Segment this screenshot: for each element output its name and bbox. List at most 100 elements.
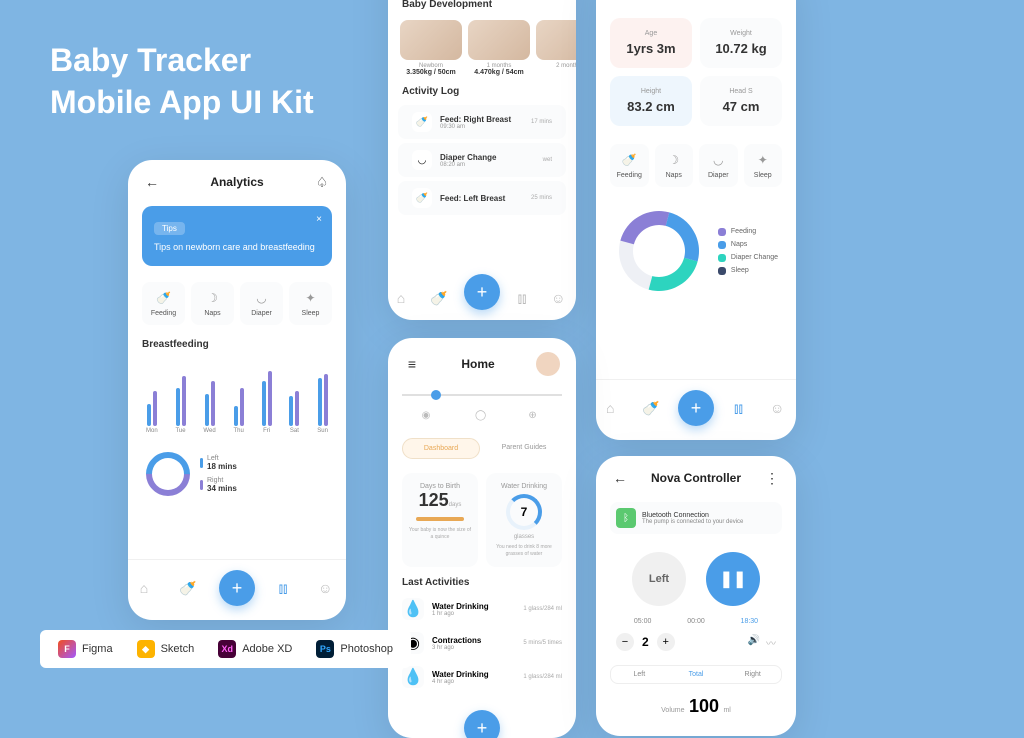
cat-sleep[interactable]: ✦Sleep bbox=[744, 144, 783, 187]
nav-chart-icon[interactable]: ⫾⫾ bbox=[518, 290, 534, 306]
card-water: Water Drinking 7 glasses You need to dri… bbox=[486, 473, 562, 567]
stage-icon: ⊕ bbox=[528, 410, 542, 424]
xd-icon: Xd bbox=[218, 640, 236, 658]
baby-photo bbox=[536, 20, 576, 60]
nav-profile-icon[interactable]: ☺ bbox=[318, 580, 334, 596]
stage-icon: ◉ bbox=[422, 410, 436, 424]
bluetooth-icon: ᛒ bbox=[616, 508, 636, 528]
moon-icon: ☽ bbox=[205, 290, 221, 306]
dev-card[interactable]: 2 month bbox=[536, 20, 576, 76]
dev-card[interactable]: 1 months4.470kg / 54cm bbox=[468, 20, 530, 76]
activity-item[interactable]: 🍼Feed: Right Breast09:30 am17 mins bbox=[398, 105, 566, 139]
nav-bottle-icon[interactable]: 🍼 bbox=[642, 400, 658, 416]
last-activity[interactable]: 💧Water Drinking4 hr ago1 glass/284 ml bbox=[388, 660, 576, 694]
nav-bottle-icon[interactable]: 🍼 bbox=[430, 290, 446, 306]
bell-icon[interactable]: ♤ bbox=[314, 174, 330, 190]
bluetooth-banner: ᛒ Bluetooth ConnectionThe pump is connec… bbox=[610, 502, 782, 534]
stage-icon: ◯ bbox=[475, 410, 489, 424]
header-title: Analytics bbox=[210, 175, 263, 189]
bottle-icon: 🍼 bbox=[621, 152, 637, 168]
last-activity[interactable]: ◉Contractions3 hr ago5 mins/5 times bbox=[388, 626, 576, 660]
bar-chart: Mon Tue Wed Thu Fri Sat Sun bbox=[128, 354, 346, 444]
dev-card[interactable]: Newborn3.350kg / 50cm bbox=[400, 20, 462, 76]
left-button[interactable]: Left bbox=[632, 552, 686, 606]
phone-analytics: ← Analytics ♤ Tips × Tips on newborn car… bbox=[128, 160, 346, 620]
pause-button[interactable]: ❚❚ bbox=[706, 552, 760, 606]
plus-button[interactable]: + bbox=[657, 633, 675, 651]
activity-item[interactable]: 🍼Feed: Left Breast25 mins bbox=[398, 181, 566, 215]
sound-icon[interactable]: 🔊 bbox=[748, 635, 760, 650]
fab-add[interactable]: + bbox=[678, 390, 714, 426]
progress-slider[interactable] bbox=[402, 394, 562, 396]
fab-add[interactable]: + bbox=[219, 570, 255, 606]
cat-feeding[interactable]: 🍼Feeding bbox=[142, 282, 185, 325]
sleep-icon: ✦ bbox=[755, 152, 771, 168]
tools-bar: FFigma ◆Sketch XdAdobe XD PsPhotoshop bbox=[40, 630, 411, 668]
phone-home: ≡ Home ◉◯⊕ Dashboard Parent Guides Days … bbox=[388, 338, 576, 738]
last-title: Last Activities bbox=[388, 573, 576, 592]
menu-icon[interactable]: ≡ bbox=[404, 356, 420, 372]
header-title: Home bbox=[461, 357, 494, 371]
vibrate-icon[interactable]: 〰 bbox=[766, 635, 776, 650]
cat-feeding[interactable]: 🍼Feeding bbox=[610, 144, 649, 187]
avatar[interactable] bbox=[536, 352, 560, 376]
cat-diaper[interactable]: ◡Diaper bbox=[699, 144, 738, 187]
back-icon[interactable]: ← bbox=[144, 174, 160, 190]
nav-profile-icon[interactable]: ☺ bbox=[770, 400, 786, 416]
diaper-icon: ◡ bbox=[254, 290, 270, 306]
nav-home-icon[interactable]: ⌂ bbox=[606, 400, 622, 416]
tips-badge: Tips bbox=[154, 222, 185, 235]
moon-icon: ☽ bbox=[666, 152, 682, 168]
more-icon[interactable]: ⋮ bbox=[764, 470, 780, 486]
minus-button[interactable]: − bbox=[616, 633, 634, 651]
tips-card[interactable]: Tips × Tips on newborn care and breastfe… bbox=[142, 206, 332, 266]
baby-photo bbox=[468, 20, 530, 60]
nav-chart-icon[interactable]: ⫾⫾ bbox=[734, 400, 750, 416]
nav-home-icon[interactable]: ⌂ bbox=[397, 290, 413, 306]
figma-icon: F bbox=[58, 640, 76, 658]
tool-photoshop: PsPhotoshop bbox=[316, 640, 393, 658]
tab-dashboard[interactable]: Dashboard bbox=[402, 438, 480, 459]
segment-control: Left Total Right bbox=[610, 665, 782, 684]
dev-row[interactable]: Newborn3.350kg / 50cm 1 months4.470kg / … bbox=[388, 14, 576, 82]
tool-xd: XdAdobe XD bbox=[218, 640, 292, 658]
seg-left[interactable]: Left bbox=[611, 666, 668, 683]
bottom-nav: ⌂ 🍼 + ⫾⫾ ☺ bbox=[596, 379, 796, 440]
photoshop-icon: Ps bbox=[316, 640, 334, 658]
water-ring: 7 bbox=[506, 494, 542, 530]
cat-diaper[interactable]: ◡Diaper bbox=[240, 282, 283, 325]
card-head: Head S47 cm bbox=[700, 76, 782, 126]
nav-profile-icon[interactable]: ☺ bbox=[551, 290, 567, 306]
tab-guides[interactable]: Parent Guides bbox=[486, 438, 562, 459]
hero-title: Baby Tracker Mobile App UI Kit bbox=[50, 40, 314, 123]
activity-item[interactable]: ◡Diaper Change08:20 amwet bbox=[398, 143, 566, 177]
category-row: 🍼Feeding ☽Naps ◡Diaper ✦Sleep bbox=[128, 272, 346, 335]
seg-total[interactable]: Total bbox=[668, 666, 725, 683]
phone-stats: Weight8.5 kgs Height65 cm Baby Developme… bbox=[388, 0, 576, 320]
diaper-icon: ◡ bbox=[412, 150, 432, 170]
qty-value: 2 bbox=[642, 635, 649, 649]
dev-title: Baby Development bbox=[388, 0, 576, 14]
sleep-icon: ✦ bbox=[303, 290, 319, 306]
section-title: Breastfeeding bbox=[128, 335, 346, 354]
fab-add[interactable]: + bbox=[464, 710, 500, 738]
nav-bottle-icon[interactable]: 🍼 bbox=[179, 580, 195, 596]
phone-analytics-2: ← Analytics ♤ Age1yrs 3m Weight10.72 kg … bbox=[596, 0, 796, 440]
card-age: Age1yrs 3m bbox=[610, 18, 692, 68]
cat-sleep[interactable]: ✦Sleep bbox=[289, 282, 332, 325]
cat-naps[interactable]: ☽Naps bbox=[191, 282, 234, 325]
card-height: Height83.2 cm bbox=[610, 76, 692, 126]
back-icon[interactable]: ← bbox=[612, 470, 628, 486]
act-title: Activity Log bbox=[388, 82, 576, 101]
last-activity[interactable]: 💧Water Drinking1 hr ago1 glass/284 ml bbox=[388, 592, 576, 626]
seg-right[interactable]: Right bbox=[724, 666, 781, 683]
donut-legend: Feeding Naps Diaper Change Sleep bbox=[718, 228, 778, 275]
nav-home-icon[interactable]: ⌂ bbox=[140, 580, 156, 596]
cat-naps[interactable]: ☽Naps bbox=[655, 144, 694, 187]
big-donut-chart bbox=[619, 211, 699, 291]
diaper-icon: ◡ bbox=[710, 152, 726, 168]
nav-chart-icon[interactable]: ⫾⫾ bbox=[279, 580, 295, 596]
close-icon[interactable]: × bbox=[316, 214, 322, 225]
feed-icon: 🍼 bbox=[412, 112, 432, 132]
tips-text: Tips on newborn care and breastfeeding bbox=[154, 241, 320, 254]
